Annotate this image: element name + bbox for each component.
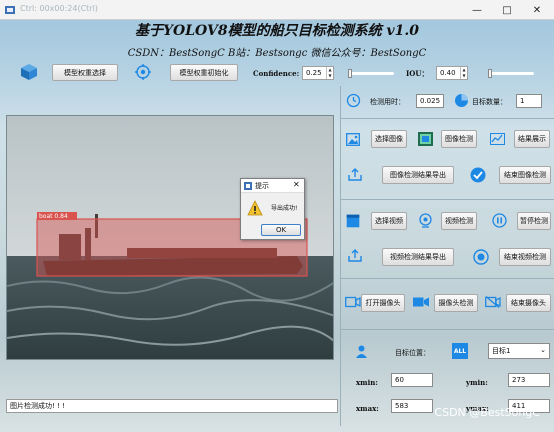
webcam-icon [419,213,432,228]
dialog-close-button[interactable]: ✕ [293,180,300,189]
camera-outline-icon [345,296,361,308]
xmax-field: 583 [391,399,433,413]
init-weights-button[interactable]: 模型权重初始化 [170,64,238,81]
export-video-button[interactable]: 视频检测结果导出 [382,248,454,266]
export-image-button[interactable]: 图像检测结果导出 [382,166,454,184]
iou-value: 0.40 [440,69,456,77]
chevron-down-icon[interactable]: ⌄ [540,346,546,354]
pause-detect-button[interactable]: 暂停检测 [517,212,551,230]
dialog-message: 导出成功! [271,205,298,212]
camera-icon [413,297,429,307]
page-title: 基于YOLOV8模型的船只目标检测系统 v1.0 [135,23,419,39]
ymin-label: ymin: [466,378,488,387]
cube-icon [21,64,37,80]
ymin-field: 273 [508,373,550,387]
slider-handle[interactable] [348,69,352,78]
end-image-button[interactable]: 结束图像检测 [499,166,551,184]
target-position-label: 目标位置： [395,349,430,357]
target-count-field: 1 [516,94,542,108]
iou-spinbox[interactable]: 0.40 ▲ ▼ [436,66,468,80]
detect-video-button[interactable]: 视频检测 [441,212,477,230]
watermark: CSDN @BestSongC [434,406,540,419]
end-video-button[interactable]: 结束视频检测 [499,248,551,266]
clock-icon [346,93,361,108]
confidence-value: 0.25 [306,69,322,77]
select-image-button[interactable]: 选择图像 [371,130,407,148]
target-icon [135,64,151,80]
confidence-spinbox[interactable]: 0.25 ▲ ▼ [302,66,334,80]
maximize-button[interactable]: □ [492,0,522,20]
xmin-label: xmin: [356,378,378,387]
dialog-titlebar: 提示 ✕ [241,179,304,193]
app-icon [5,6,15,14]
slider-handle[interactable] [488,69,492,78]
spin-arrows-icon[interactable]: ▲ ▼ [460,67,467,79]
section-divider [340,199,554,200]
dialog-ok-button[interactable]: OK [261,224,301,236]
image-detect-icon [418,132,433,146]
xmin-field: 60 [391,373,433,387]
iou-slider[interactable] [488,69,534,78]
window-titlebar: Ctrl: 00x00:24(Ctrl) — □ ✕ [0,0,554,20]
video-icon [346,214,360,228]
minimize-button[interactable]: — [462,0,492,20]
detect-camera-button[interactable]: 摄像头检测 [434,294,478,312]
target-count-label: 目标数量： [472,98,507,106]
close-button[interactable]: ✕ [522,0,552,20]
upload-icon [348,249,362,262]
check-circle-icon [470,167,486,183]
section-divider [340,118,554,119]
end-camera-button[interactable]: 结束摄像头 [506,294,551,312]
panel-divider [340,86,341,426]
stop-record-icon [473,249,489,265]
xmax-label: xmax: [356,404,379,413]
line-chart-icon [490,133,505,145]
pause-icon [492,213,507,228]
select-video-button[interactable]: 选择视频 [371,212,407,230]
show-result-button[interactable]: 结果展示 [514,130,550,148]
confidence-label: Confidence: [253,69,300,78]
target-select[interactable]: 目标1 ⌄ [488,343,550,359]
page-subtitle: CSDN：BestSongC B站：Bestsongc 微信公众号：BestSo… [127,48,427,59]
detect-time-field: 0.025 [416,94,444,108]
location-person-icon [356,345,367,358]
upload-icon [348,168,362,181]
target-select-value: 目标1 [492,347,511,355]
detection-label: boat 0.84 [39,213,68,220]
open-camera-button[interactable]: 打开摄像头 [361,294,405,312]
pie-chart-icon [455,94,468,107]
spin-arrows-icon[interactable]: ▲ ▼ [326,67,333,79]
iou-label: IOU： [406,69,429,78]
section-divider [340,278,554,279]
section-divider [340,329,554,330]
dialog-app-icon [244,182,252,190]
message-dialog: 提示 ✕ 导出成功! OK [240,178,305,240]
warning-icon [247,200,263,216]
select-weights-button[interactable]: 模型权重选择 [52,64,118,81]
detect-time-label: 检测用时： [370,98,405,106]
camera-off-icon [485,296,501,308]
all-targets-icon: ALL [452,343,468,359]
dialog-title: 提示 [255,182,269,190]
window-title: Ctrl: 00x00:24(Ctrl) [20,4,98,13]
image-icon [346,133,360,146]
status-bar: 图片检测成功! ! ! [6,399,338,413]
detect-image-button[interactable]: 图像检测 [441,130,477,148]
confidence-slider[interactable] [348,69,394,78]
